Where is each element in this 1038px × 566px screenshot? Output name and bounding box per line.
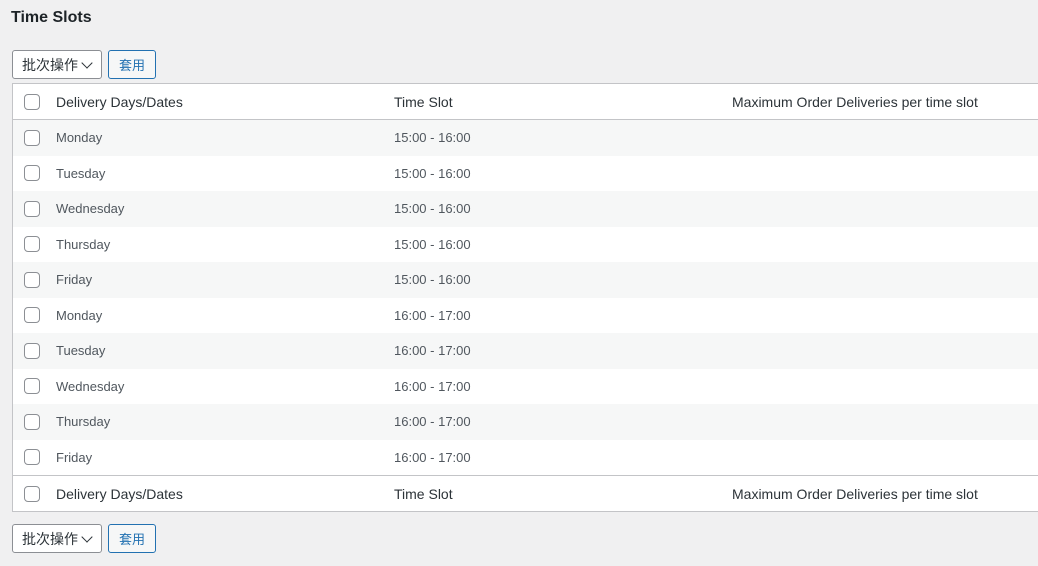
row-day: Tuesday: [56, 165, 106, 181]
table-row: Friday 15:00 - 16:00: [13, 262, 1038, 298]
row-day: Thursday: [56, 236, 111, 252]
row-time-slot: 15:00 - 16:00: [394, 272, 471, 288]
row-checkbox[interactable]: [24, 378, 40, 395]
row-checkbox[interactable]: [24, 342, 40, 359]
row-day: Friday: [56, 272, 93, 288]
row-day: Friday: [56, 449, 93, 465]
table-row: Wednesday 15:00 - 16:00: [13, 191, 1038, 227]
select-all-checkbox[interactable]: [24, 93, 40, 110]
row-checkbox[interactable]: [24, 236, 40, 253]
row-checkbox[interactable]: [24, 200, 40, 217]
row-day: Monday: [56, 130, 103, 146]
table-body: Monday 15:00 - 16:00 Tuesday 15:00 - 16:00 W…: [13, 120, 1038, 475]
select-all-checkbox-footer[interactable]: [24, 485, 40, 502]
table-header-row: Delivery Days/Dates Time Slot Maximum Or…: [13, 84, 1038, 120]
row-checkbox[interactable]: [24, 129, 40, 146]
tablenav-top: 批次操作 套用: [12, 50, 156, 79]
row-time-slot: 16:00 - 17:00: [394, 378, 471, 394]
column-footer-max-deliveries: Maximum Order Deliveries per time slot: [732, 485, 978, 502]
row-checkbox[interactable]: [24, 449, 40, 466]
row-checkbox[interactable]: [24, 307, 40, 324]
column-footer-time-slot: Time Slot: [394, 485, 453, 502]
bulk-actions-label: 批次操作: [22, 530, 78, 547]
row-time-slot: 15:00 - 16:00: [394, 201, 471, 217]
row-day: Wednesday: [56, 378, 125, 394]
table-row: Monday 16:00 - 17:00: [13, 298, 1038, 334]
tablenav-bottom: 批次操作 套用: [12, 524, 156, 553]
bulk-actions-label: 批次操作: [22, 56, 78, 73]
row-day: Monday: [56, 307, 103, 323]
table-row: Tuesday 16:00 - 17:00: [13, 333, 1038, 369]
row-checkbox[interactable]: [24, 165, 40, 182]
column-header-max-deliveries: Maximum Order Deliveries per time slot: [732, 93, 978, 110]
table-row: Monday 15:00 - 16:00: [13, 120, 1038, 156]
row-time-slot: 16:00 - 17:00: [394, 414, 471, 430]
row-day: Thursday: [56, 414, 111, 430]
apply-button[interactable]: 套用: [108, 50, 156, 79]
column-header-time-slot: Time Slot: [394, 93, 453, 110]
apply-button-bottom[interactable]: 套用: [108, 524, 156, 553]
table-row: Thursday 15:00 - 16:00: [13, 227, 1038, 263]
column-header-delivery-days: Delivery Days/Dates: [56, 93, 183, 110]
table-row: Wednesday 16:00 - 17:00: [13, 369, 1038, 405]
row-time-slot: 15:00 - 16:00: [394, 165, 471, 181]
bulk-actions-select-bottom[interactable]: 批次操作: [12, 524, 102, 553]
row-time-slot: 15:00 - 16:00: [394, 236, 471, 252]
chevron-down-icon: [81, 56, 93, 69]
row-time-slot: 16:00 - 17:00: [394, 343, 471, 359]
row-day: Tuesday: [56, 343, 106, 359]
chevron-down-icon: [81, 530, 93, 543]
page-title: Time Slots: [11, 9, 92, 26]
table-row: Tuesday 15:00 - 16:00: [13, 156, 1038, 192]
time-slots-table: Delivery Days/Dates Time Slot Maximum Or…: [12, 83, 1038, 512]
row-time-slot: 16:00 - 17:00: [394, 449, 471, 465]
row-checkbox[interactable]: [24, 413, 40, 430]
column-footer-delivery-days: Delivery Days/Dates: [56, 485, 183, 502]
bulk-actions-select[interactable]: 批次操作: [12, 50, 102, 79]
table-footer-row: Delivery Days/Dates Time Slot Maximum Or…: [13, 475, 1038, 511]
row-day: Wednesday: [56, 201, 125, 217]
row-time-slot: 15:00 - 16:00: [394, 130, 471, 146]
row-checkbox[interactable]: [24, 271, 40, 288]
table-row: Thursday 16:00 - 17:00: [13, 404, 1038, 440]
row-time-slot: 16:00 - 17:00: [394, 307, 471, 323]
table-row: Friday 16:00 - 17:00: [13, 440, 1038, 476]
